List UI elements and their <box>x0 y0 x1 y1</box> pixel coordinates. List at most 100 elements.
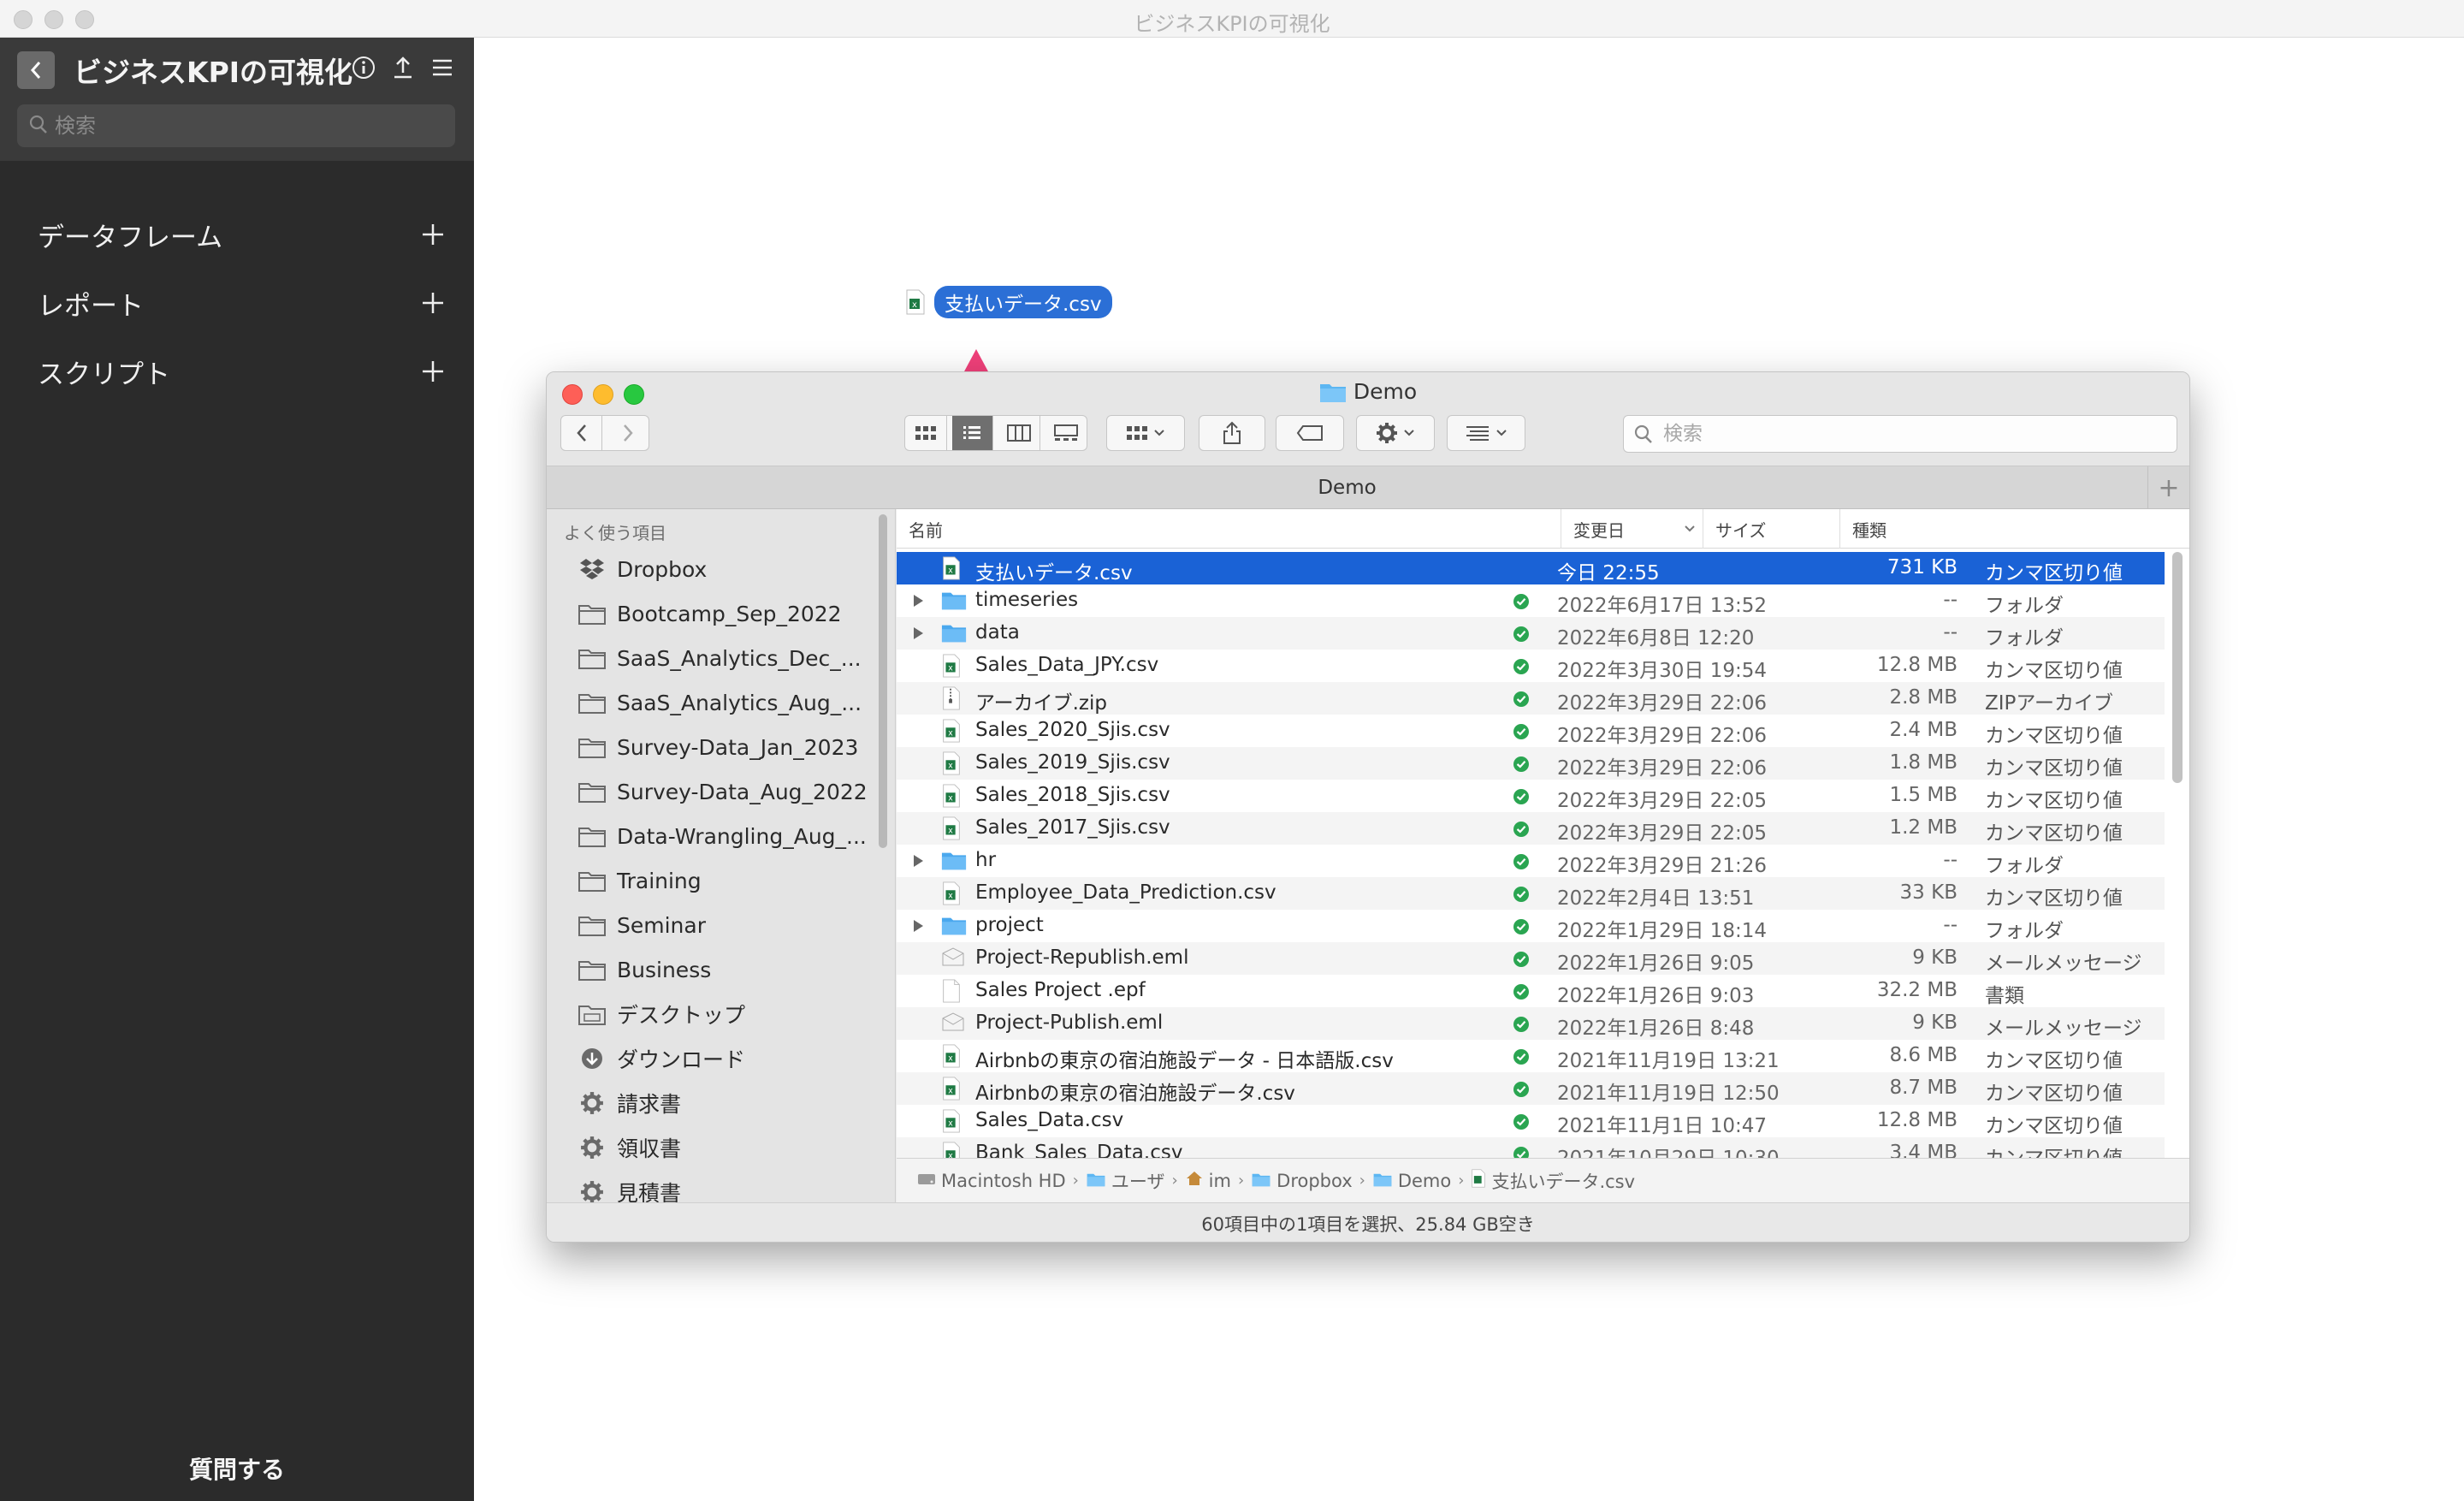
path-item[interactable]: 支払いデータ.csv <box>1471 1168 1635 1194</box>
sidebar-item-favorite[interactable]: Data-Wrangling_Aug_... <box>547 814 882 858</box>
sidebar-item-favorite[interactable]: Training <box>547 858 882 903</box>
file-size: 12.8 MB <box>1876 654 1958 676</box>
icon-view-button[interactable] <box>905 416 947 450</box>
table-row[interactable]: Project-Republish.eml 2022年1月26日 9:05 9 KB… <box>897 942 2165 975</box>
table-row[interactable]: x Airbnbの東京の宿泊施設データ - 日本語版.csv 2021年11月19日… <box>897 1040 2165 1072</box>
folder-icon <box>578 691 607 715</box>
back-button[interactable] <box>17 51 55 89</box>
sidebar-item-scripts[interactable]: スクリプト <box>0 337 474 406</box>
table-row[interactable]: x Sales_Data_JPY.csv 2022年3月30日 19:54 12.8 … <box>897 650 2165 682</box>
table-row[interactable]: Project-Publish.eml 2022年1月26日 8:48 9 KB メー… <box>897 1007 2165 1040</box>
sidebar-item-favorite[interactable]: SaaS_Analytics_Dec_... <box>547 636 882 680</box>
view-mode-group <box>904 415 1087 451</box>
sidebar-item-favorite[interactable]: 請求書 <box>547 1081 882 1125</box>
disclosure-triangle-icon[interactable] <box>910 853 926 869</box>
path-item[interactable]: Dropbox <box>1251 1171 1353 1191</box>
table-row[interactable]: x Sales_Data.csv 2021年11月1日 10:47 12.8 MB カン… <box>897 1105 2165 1137</box>
sidebar-item-favorite[interactable]: デスクトップ <box>547 992 882 1036</box>
list-view-button[interactable] <box>951 416 994 450</box>
table-row[interactable]: x Employee_Data_Prediction.csv 2022年2月4日 1… <box>897 877 2165 910</box>
path-item-label: 支払いデータ.csv <box>1491 1171 1636 1192</box>
path-item[interactable]: im <box>1185 1170 1231 1191</box>
sidebar-item-favorite[interactable]: Dropbox <box>547 547 882 591</box>
sidebar-item-favorite[interactable]: ダウンロード <box>547 1036 882 1081</box>
dragged-file[interactable]: x 支払いデータ.csv <box>905 286 1112 318</box>
sidebar-item-favorite[interactable]: SaaS_Analytics_Aug_... <box>547 680 882 725</box>
table-row[interactable]: x Sales_2019_Sjis.csv 2022年3月29日 22:06 1.8 … <box>897 747 2165 780</box>
path-item[interactable]: Macintosh HD <box>917 1171 1066 1191</box>
file-size: 2.4 MB <box>1889 719 1958 741</box>
file-list-scrollbar[interactable] <box>2172 552 2183 783</box>
disclosure-triangle-icon[interactable] <box>910 626 926 641</box>
column-view-button[interactable] <box>998 416 1040 450</box>
disclosure-triangle-icon[interactable] <box>910 593 926 608</box>
sidebar-item-dataframes[interactable]: データフレーム <box>0 200 474 269</box>
finder-search-input[interactable] <box>1663 419 2168 448</box>
add-report-icon[interactable] <box>418 288 448 318</box>
file-kind: メールメッセージ <box>1985 952 2142 975</box>
sidebar-item-favorite[interactable]: Seminar <box>547 903 882 947</box>
column-header-date[interactable]: 変更日 <box>1561 509 1703 549</box>
sidebar-item-favorite[interactable]: Business <box>547 947 882 992</box>
disclosure-triangle-icon[interactable] <box>910 918 926 934</box>
table-row[interactable]: x Sales_2020_Sjis.csv 2022年3月29日 22:06 2.4 … <box>897 715 2165 747</box>
table-row[interactable]: data 2022年6月8日 12:20 -- フォルダ <box>897 617 2165 650</box>
gallery-view-button[interactable] <box>1045 416 1087 450</box>
sidebar-search-input[interactable] <box>55 110 440 142</box>
sidebar-search[interactable] <box>17 104 455 147</box>
table-row[interactable]: hr 2022年3月29日 21:26 -- フォルダ <box>897 845 2165 877</box>
tag-button[interactable] <box>1276 415 1344 451</box>
ask-question-button[interactable]: 質問する <box>0 1451 474 1486</box>
table-row[interactable]: x Airbnbの東京の宿泊施設データ.csv 2021年11月19日 12:50 8… <box>897 1072 2165 1105</box>
table-row[interactable]: アーカイブ.zip 2022年3月29日 22:06 2.8 MB ZIPアーカイブ <box>897 682 2165 715</box>
columns-icon <box>1006 424 1031 442</box>
sidebar-item-label: スクリプト <box>38 359 170 390</box>
folder-icon <box>578 735 607 759</box>
path-item[interactable]: Demo <box>1372 1171 1451 1191</box>
table-row[interactable]: project 2022年1月29日 18:14 -- フォルダ <box>897 910 2165 942</box>
finder-search[interactable] <box>1623 415 2177 453</box>
status-bar: 60項目中の1項目を選択、25.84 GB空き <box>547 1202 2189 1242</box>
share-upload-icon[interactable] <box>390 55 416 80</box>
csv-file-icon: x <box>941 751 963 775</box>
table-row[interactable]: x 支払いデータ.csv 今日 22:55 731 KB カンマ区切り値 <box>897 552 2165 584</box>
sidebar-item-favorite[interactable]: Survey-Data_Jan_2023 <box>547 725 882 769</box>
sidebar-item-favorite[interactable]: Bootcamp_Sep_2022 <box>547 591 882 636</box>
add-script-icon[interactable] <box>418 356 448 387</box>
column-header-size[interactable]: サイズ <box>1703 509 1839 549</box>
file-kind: カンマ区切り値 <box>1985 660 2123 682</box>
new-tab-button[interactable]: + <box>2148 466 2189 509</box>
table-row[interactable]: x Sales_2017_Sjis.csv 2022年3月29日 22:05 1.2 … <box>897 812 2165 845</box>
menu-icon[interactable] <box>429 55 455 80</box>
file-size: -- <box>1943 589 1958 611</box>
sidebar-scrollbar[interactable] <box>879 514 887 848</box>
table-row[interactable]: timeseries 2022年6月17日 13:52 -- フォルダ <box>897 584 2165 617</box>
share-button[interactable] <box>1199 415 1265 451</box>
column-header-kind[interactable]: 種類 <box>1839 509 2189 549</box>
table-row[interactable]: x Sales_2018_Sjis.csv 2022年3月29日 22:05 1.5 … <box>897 780 2165 812</box>
table-row[interactable]: Sales Project .epf 2022年1月26日 9:03 32.2 MB… <box>897 975 2165 1007</box>
file-size: 2.8 MB <box>1889 686 1958 709</box>
path-item[interactable]: ユーザ <box>1086 1168 1164 1194</box>
file-name: hr <box>975 849 997 871</box>
sidebar-item-favorite[interactable]: 見積書 <box>547 1170 882 1202</box>
sidebar-item-favorite[interactable]: 領収書 <box>547 1125 882 1170</box>
sort-menu-button[interactable] <box>1447 415 1525 451</box>
info-icon[interactable] <box>351 55 376 80</box>
file-size: 32.2 MB <box>1876 979 1958 1001</box>
forward-button[interactable] <box>607 416 649 450</box>
action-menu-button[interactable] <box>1356 415 1435 451</box>
group-by-button[interactable] <box>1106 415 1185 451</box>
sync-check-icon <box>1513 984 1529 1000</box>
tag-icon <box>1296 425 1323 441</box>
folder-icon <box>578 958 607 982</box>
chevron-down-icon <box>1154 430 1164 436</box>
add-dataframe-icon[interactable] <box>418 219 448 250</box>
back-button[interactable] <box>561 416 603 450</box>
sidebar-item-reports[interactable]: レポート <box>0 269 474 337</box>
sidebar-item-favorite[interactable]: Survey-Data_Aug_2022 <box>547 769 882 814</box>
column-header-name[interactable]: 名前 <box>897 509 1561 549</box>
tab-demo[interactable]: Demo <box>547 466 2148 509</box>
home-icon <box>1185 1170 1204 1191</box>
sync-check-icon <box>1513 1114 1529 1130</box>
